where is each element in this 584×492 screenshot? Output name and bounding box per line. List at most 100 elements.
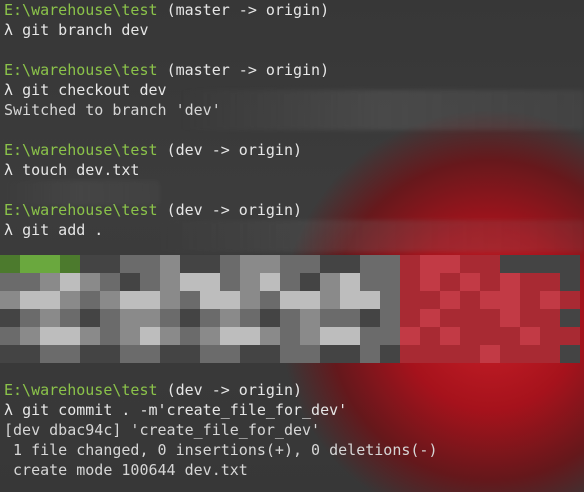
command-line: λ git add . (4, 220, 580, 240)
pixel-block (500, 291, 520, 309)
pixel-block (480, 273, 500, 291)
prompt-symbol: λ (4, 401, 14, 419)
command-line: λ git commit . -m'create_file_for_dev' (4, 400, 580, 420)
prompt-branch: (master -> origin) (166, 61, 330, 79)
pixel-block (100, 327, 120, 345)
pixel-block (240, 309, 260, 327)
pixel-block (320, 273, 340, 291)
pixel-block (220, 255, 240, 273)
pixel-block (400, 273, 420, 291)
pixel-block (260, 291, 280, 309)
prompt-path: E:\warehouse\test (4, 381, 158, 399)
pixel-block (500, 255, 520, 273)
pixel-block (120, 345, 140, 363)
pixel-block (40, 327, 60, 345)
pixel-block (560, 345, 580, 363)
prompt-path: E:\warehouse\test (4, 1, 158, 19)
pixel-block (60, 255, 80, 273)
pixel-block (320, 327, 340, 345)
pixel-block (300, 309, 320, 327)
pixel-block (400, 309, 420, 327)
pixel-block (160, 255, 180, 273)
pixel-block (460, 345, 480, 363)
pixel-block (340, 309, 360, 327)
pixel-block (60, 327, 80, 345)
pixel-block (160, 345, 180, 363)
command-line: λ git checkout dev (4, 80, 580, 100)
command-text: touch dev.txt (22, 161, 140, 179)
pixel-block (100, 345, 120, 363)
pixel-block (500, 327, 520, 345)
pixel-block (480, 291, 500, 309)
pixel-block (540, 255, 560, 273)
pixel-block (140, 273, 160, 291)
pixel-block (340, 255, 360, 273)
pixel-block (460, 291, 480, 309)
pixel-block (80, 309, 100, 327)
pixel-block (360, 273, 380, 291)
pixel-block (540, 327, 560, 345)
pixel-block (520, 291, 540, 309)
pixel-block (100, 255, 120, 273)
pixel-block (280, 255, 300, 273)
pixel-block (0, 273, 20, 291)
pixel-block (520, 345, 540, 363)
pixel-block (220, 273, 240, 291)
pixel-block (340, 327, 360, 345)
pixel-block (0, 309, 20, 327)
pixel-block (300, 255, 320, 273)
pixel-block (80, 327, 100, 345)
pixel-block (300, 327, 320, 345)
pixel-block (520, 255, 540, 273)
pixel-block (360, 327, 380, 345)
pixel-block (60, 291, 80, 309)
pixel-block (140, 255, 160, 273)
pixel-block (440, 291, 460, 309)
pixel-block (560, 273, 580, 291)
command-text: git add . (22, 221, 104, 239)
pixel-block (460, 273, 480, 291)
command-line: λ touch dev.txt (4, 160, 580, 180)
pixel-block (0, 291, 20, 309)
terminal-window[interactable]: E:\warehouse\test (master -> origin) λ g… (0, 0, 584, 492)
pixel-block (180, 345, 200, 363)
pixel-block (400, 291, 420, 309)
pixel-block (480, 345, 500, 363)
command-line: λ git branch dev (4, 20, 580, 40)
pixel-block (420, 255, 440, 273)
prompt-line: E:\warehouse\test (dev -> origin) (4, 380, 580, 400)
pixel-block (340, 273, 360, 291)
pixel-block (180, 255, 200, 273)
pixel-block (180, 309, 200, 327)
command-output: Switched to branch 'dev' (4, 101, 221, 119)
pixel-block (460, 309, 480, 327)
pixel-block (440, 255, 460, 273)
pixel-block (560, 309, 580, 327)
pixel-block (20, 309, 40, 327)
pixel-block (360, 255, 380, 273)
pixel-block (540, 345, 560, 363)
prompt-branch: (dev -> origin) (166, 201, 303, 219)
pixel-block (80, 255, 100, 273)
pixel-block (100, 291, 120, 309)
pixel-block (120, 255, 140, 273)
pixel-block (360, 309, 380, 327)
pixel-block (280, 345, 300, 363)
pixel-block (220, 309, 240, 327)
pixel-block (320, 291, 340, 309)
pixel-block (160, 273, 180, 291)
pixel-block (440, 309, 460, 327)
prompt-symbol: λ (4, 81, 14, 99)
pixel-block (400, 345, 420, 363)
pixel-block (160, 291, 180, 309)
pixel-block (380, 327, 400, 345)
prompt-branch: (dev -> origin) (166, 381, 303, 399)
pixel-block (20, 273, 40, 291)
prompt-branch: (master -> origin) (166, 1, 330, 19)
pixel-block (380, 345, 400, 363)
pixel-block (540, 309, 560, 327)
pixel-block (180, 327, 200, 345)
pixel-block (200, 309, 220, 327)
prompt-path: E:\warehouse\test (4, 201, 158, 219)
